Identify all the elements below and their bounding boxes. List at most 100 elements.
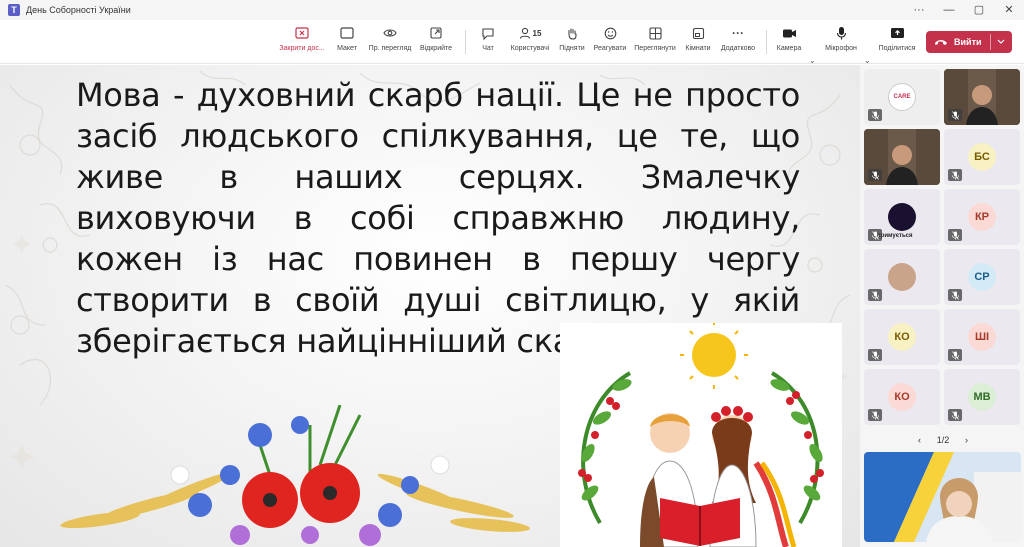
share-button[interactable]: Поділитися bbox=[876, 24, 918, 60]
hand-icon bbox=[566, 24, 578, 42]
participant-avatar: КР bbox=[968, 203, 996, 231]
toolbar-divider bbox=[766, 30, 767, 54]
previous-page-chevron-icon[interactable]: ‹ bbox=[918, 435, 921, 445]
camera-icon bbox=[782, 24, 797, 42]
muted-mic-icon bbox=[868, 169, 882, 181]
book-icon bbox=[660, 498, 740, 546]
page-indicator: 1/2 bbox=[936, 435, 950, 445]
rooms-icon bbox=[692, 24, 705, 42]
grid-view-icon bbox=[648, 24, 662, 42]
microphone-button[interactable]: Мікрофон bbox=[822, 24, 860, 60]
children-reading-illustration bbox=[560, 321, 842, 547]
eye-icon bbox=[383, 24, 397, 42]
more-options-icon[interactable]: ··· bbox=[904, 0, 934, 20]
next-page-chevron-icon[interactable]: › bbox=[965, 435, 968, 445]
open-label: Відкрийте bbox=[419, 45, 453, 52]
leave-button[interactable]: Вийти bbox=[926, 31, 1012, 53]
muted-mic-icon bbox=[948, 289, 962, 301]
muted-mic-icon bbox=[948, 169, 962, 181]
meeting-toolbar: Закрити дос... Макет Пр. перегляд Відкри… bbox=[0, 20, 1024, 65]
participant-tile[interactable]: КО bbox=[864, 309, 940, 365]
participants-pager: ‹ 1/2 › bbox=[918, 434, 968, 446]
leave-label: Вийти bbox=[954, 37, 982, 47]
react-button[interactable]: Реагувати bbox=[592, 24, 628, 60]
chat-button[interactable]: Чат bbox=[476, 24, 500, 60]
participant-avatar: БС bbox=[968, 143, 996, 171]
participant-tile[interactable] bbox=[864, 129, 940, 185]
microphone-label: Мікрофон bbox=[825, 45, 857, 52]
share-label: Поділитися bbox=[878, 45, 916, 52]
stop-sharing-button[interactable]: Закрити дос... bbox=[276, 24, 328, 60]
participant-photo-avatar bbox=[888, 263, 916, 291]
participant-tile[interactable]: БС bbox=[944, 129, 1020, 185]
participant-tile[interactable]: КО bbox=[864, 369, 940, 425]
self-video-preview[interactable] bbox=[864, 452, 1021, 542]
preview-label: Пр. перегляд bbox=[368, 45, 412, 52]
window-title: День Соборності України bbox=[26, 5, 131, 15]
participant-avatar: КО bbox=[888, 383, 916, 411]
wreath bbox=[578, 371, 824, 525]
muted-mic-icon bbox=[868, 109, 882, 121]
camera-label: Камера bbox=[776, 45, 802, 52]
participant-tile[interactable] bbox=[864, 249, 940, 305]
participant-logo: CARE bbox=[888, 83, 916, 111]
layout-label: Макет bbox=[337, 45, 357, 52]
layout-button[interactable]: Макет bbox=[334, 24, 360, 60]
raise-hand-button[interactable]: Підняти bbox=[558, 24, 586, 60]
participant-tile[interactable]: МВ bbox=[944, 369, 1020, 425]
muted-mic-icon bbox=[868, 409, 882, 421]
participant-tile[interactable]: Утримується bbox=[864, 189, 940, 245]
cornflowers bbox=[188, 416, 419, 527]
muted-mic-icon bbox=[868, 349, 882, 361]
people-button[interactable]: 15 Користувачі bbox=[508, 24, 552, 60]
violet-flowers bbox=[230, 524, 381, 546]
people-label: Користувачі bbox=[510, 45, 550, 52]
share-screen-icon bbox=[890, 24, 905, 42]
participant-tile[interactable]: СР bbox=[944, 249, 1020, 305]
open-button[interactable]: Відкрийте bbox=[416, 24, 456, 60]
rooms-label: Кімнати bbox=[685, 45, 711, 52]
close-window-button[interactable]: ✕ bbox=[994, 0, 1024, 20]
more-label: Додатково bbox=[720, 45, 756, 52]
hang-up-phone-icon bbox=[934, 38, 948, 46]
people-count: 15 bbox=[532, 28, 542, 38]
participant-tile[interactable]: ШІ bbox=[944, 309, 1020, 365]
stop-sharing-label: Закрити дос... bbox=[279, 45, 325, 52]
muted-mic-icon bbox=[948, 109, 962, 121]
people-icon: 15 bbox=[519, 24, 542, 42]
participant-photo-avatar bbox=[888, 203, 916, 231]
minimize-button[interactable]: — bbox=[934, 0, 964, 20]
maximize-button[interactable]: ▢ bbox=[964, 0, 994, 20]
participant-tile[interactable]: CARE bbox=[864, 69, 940, 125]
participant-avatar: КО bbox=[888, 323, 916, 351]
preview-button[interactable]: Пр. перегляд bbox=[367, 24, 413, 60]
rooms-button[interactable]: Кімнати bbox=[683, 24, 713, 60]
more-button[interactable]: ··· Додатково bbox=[718, 24, 758, 60]
toolbar-divider bbox=[465, 30, 466, 54]
raise-hand-label: Підняти bbox=[559, 45, 585, 52]
muted-mic-icon bbox=[948, 409, 962, 421]
microphone-icon bbox=[836, 24, 847, 42]
illustration-drawing bbox=[578, 321, 824, 547]
participant-tile[interactable] bbox=[944, 69, 1020, 125]
slide-text: Мова - духовний скарб нації. Це не прост… bbox=[76, 76, 800, 360]
react-label: Реагувати bbox=[593, 45, 627, 52]
flowers-wheat-illustration bbox=[60, 404, 530, 547]
leave-options-chevron-icon[interactable] bbox=[996, 34, 1006, 52]
view-button[interactable]: Переглянути bbox=[632, 24, 678, 60]
muted-mic-icon bbox=[868, 289, 882, 301]
camera-options-chevron-icon[interactable]: ⌄ bbox=[809, 56, 816, 65]
stop-share-icon bbox=[295, 24, 309, 42]
mic-options-chevron-icon[interactable]: ⌄ bbox=[864, 56, 871, 65]
flowers-drawing bbox=[60, 404, 530, 546]
more-icon: ··· bbox=[732, 26, 744, 40]
participant-tile[interactable]: КР bbox=[944, 189, 1020, 245]
participant-avatar: СР bbox=[968, 263, 996, 291]
shared-screen-stage: Мова - духовний скарб нації. Це не прост… bbox=[0, 65, 860, 547]
view-label: Переглянути bbox=[634, 45, 676, 52]
camera-button[interactable]: Камера bbox=[774, 24, 804, 60]
self-video-frame bbox=[864, 452, 1021, 542]
chat-icon bbox=[481, 24, 495, 42]
chat-label: Чат bbox=[482, 45, 494, 52]
leave-divider bbox=[990, 34, 991, 50]
